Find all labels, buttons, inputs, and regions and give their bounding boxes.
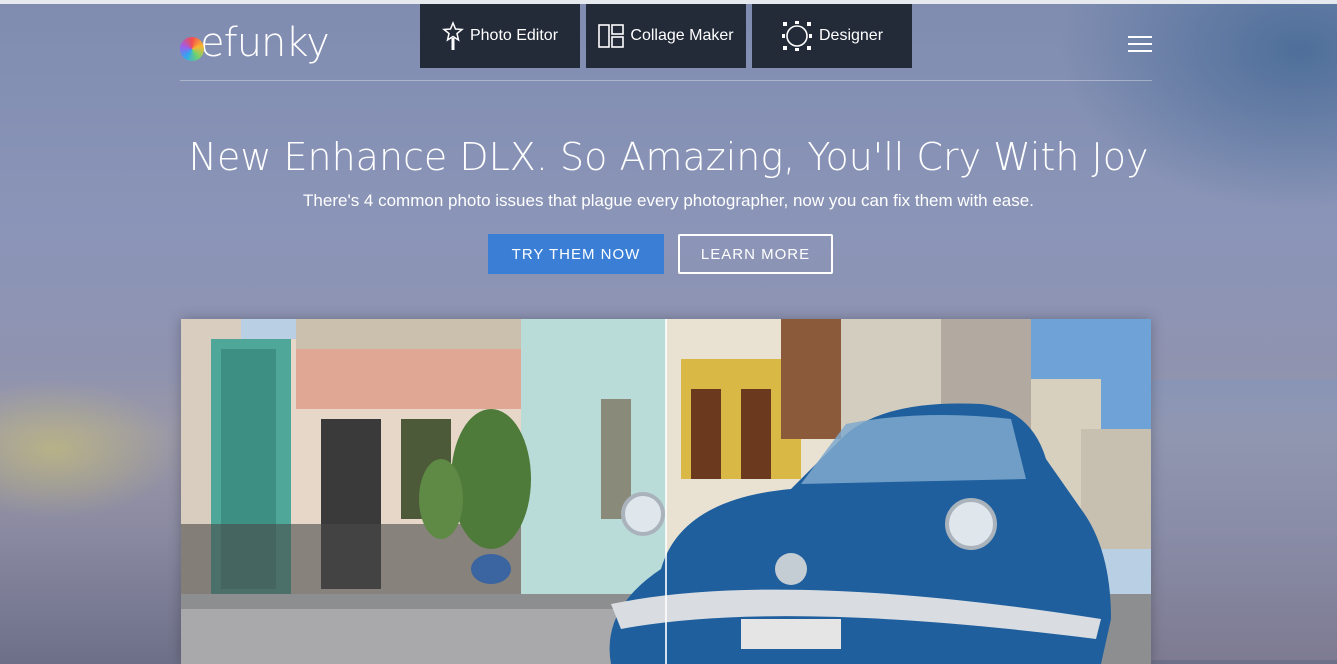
hero-subhead: There's 4 common photo issues that plagu… — [303, 191, 1034, 210]
nav-tab-label: Photo Editor — [469, 27, 559, 44]
nav-tab-designer[interactable]: Designer — [752, 4, 912, 68]
befunky-logo[interactable]: efunky — [180, 18, 330, 68]
logo-text: efunky — [200, 20, 330, 66]
designer-circle-icon — [781, 21, 812, 51]
background-glow — [1147, 380, 1337, 660]
nav-tab-collage-maker[interactable]: Collage Maker — [586, 4, 746, 68]
learn-more-button[interactable]: LEARN MORE — [678, 234, 833, 274]
hero-before-after-image — [181, 319, 1151, 664]
background-glow — [0, 380, 180, 520]
nav-tab-label: Collage Maker — [630, 27, 734, 44]
nav-tab-label: Designer — [818, 27, 884, 44]
nav-tab-photo-editor[interactable]: Photo Editor — [420, 4, 580, 68]
collage-grid-icon — [598, 24, 625, 48]
header-divider — [180, 80, 1152, 81]
magic-wand-icon — [442, 21, 464, 50]
logo-color-wheel-icon — [180, 37, 204, 61]
havana-street-car-photo — [181, 319, 1151, 664]
try-them-now-button[interactable]: TRY THEM NOW — [488, 234, 664, 274]
hamburger-menu-icon[interactable] — [1128, 36, 1152, 54]
hero-headline: New Enhance DLX. So Amazing, You'll Cry … — [188, 135, 1149, 179]
